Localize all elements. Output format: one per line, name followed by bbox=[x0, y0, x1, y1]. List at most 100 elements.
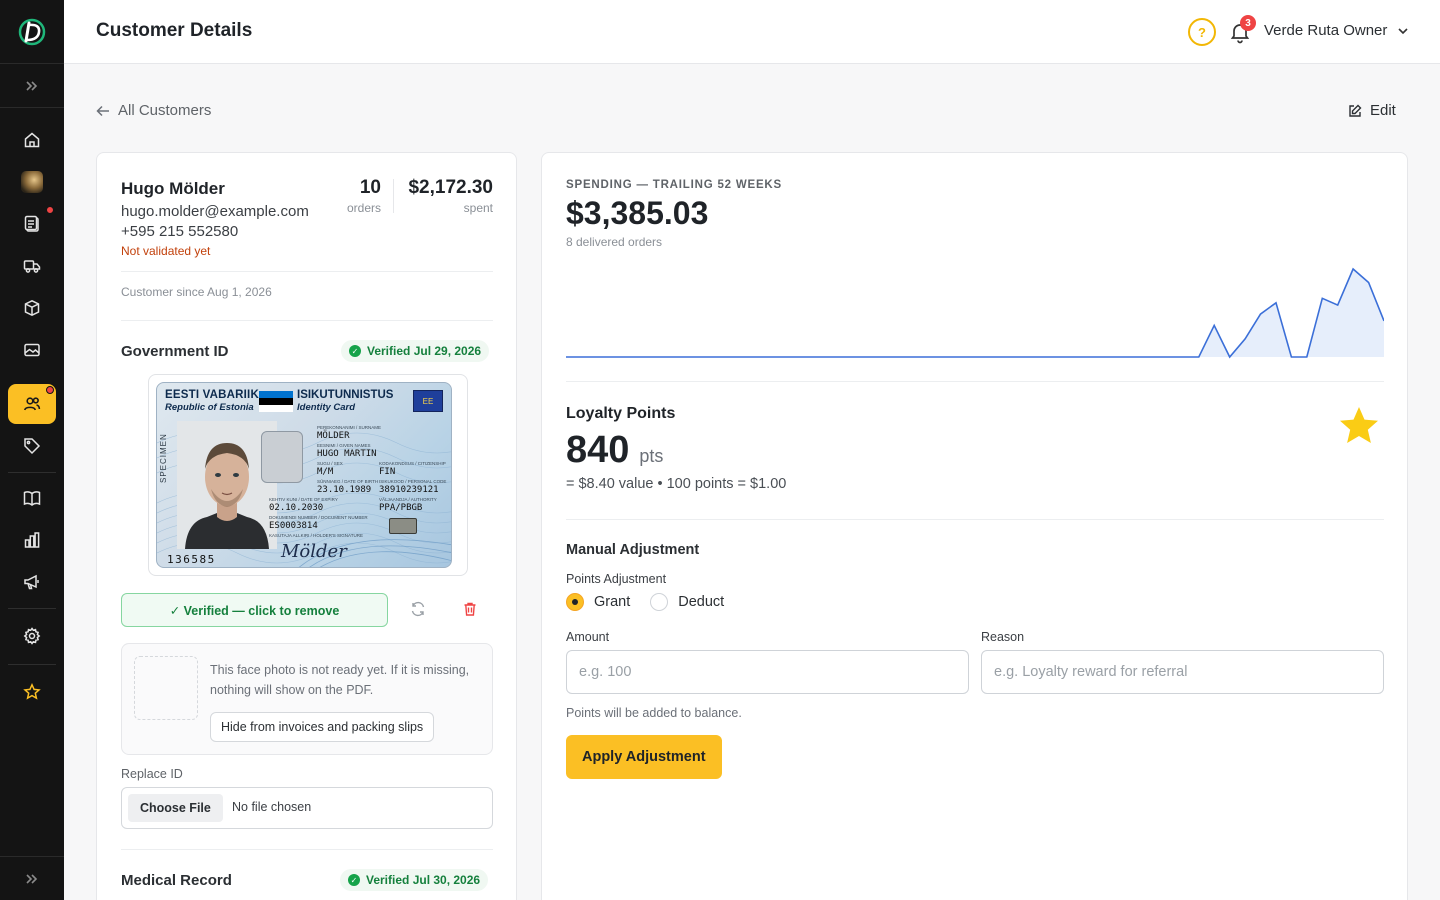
sidebar-divider bbox=[8, 664, 56, 665]
id-signature: Mölder bbox=[281, 541, 347, 562]
grant-radio-label[interactable]: Grant bbox=[594, 594, 630, 610]
avatar-thumbnail bbox=[21, 171, 43, 193]
spending-total: $3,385.03 bbox=[566, 195, 709, 231]
brand-d-logo-icon bbox=[18, 18, 46, 45]
chevrons-right-icon bbox=[26, 873, 38, 884]
divider bbox=[121, 320, 493, 321]
edit-icon bbox=[1349, 104, 1362, 117]
megaphone-icon bbox=[24, 574, 39, 590]
home-icon bbox=[24, 132, 40, 148]
spent-amount: $2,172.30 bbox=[408, 177, 493, 198]
validation-status: Not validated yet bbox=[121, 244, 211, 258]
bar-chart-icon bbox=[24, 532, 40, 548]
deduct-radio-label[interactable]: Deduct bbox=[678, 594, 724, 610]
check-circle-icon: ✓ bbox=[349, 345, 361, 357]
verified-remove-button[interactable]: ✓ Verified — click to remove bbox=[121, 593, 388, 627]
replace-id-label: Replace ID bbox=[121, 767, 183, 781]
divider bbox=[121, 271, 493, 272]
truck-icon bbox=[23, 260, 41, 273]
sidebar-item-products[interactable] bbox=[8, 288, 56, 328]
back-to-customers-link[interactable]: All Customers bbox=[96, 102, 211, 119]
help-button[interactable]: ? bbox=[1188, 18, 1216, 46]
help-icon: ? bbox=[1198, 24, 1206, 40]
loyalty-points-unit: pts bbox=[639, 446, 664, 466]
expand-sidebar-button[interactable] bbox=[0, 64, 64, 108]
choose-file-button[interactable]: Choose File bbox=[128, 794, 223, 822]
chevrons-right-icon bbox=[26, 80, 38, 91]
id-citizenship: FIN bbox=[379, 467, 396, 477]
sidebar-divider bbox=[8, 608, 56, 609]
edit-button[interactable]: Edit bbox=[1348, 102, 1396, 119]
id-signature-label: KASUTAJA ALLKIRI / HOLDER'S SIGNATURE bbox=[269, 533, 363, 538]
deduct-radio[interactable] bbox=[650, 593, 669, 611]
brand-logo[interactable] bbox=[0, 0, 64, 64]
sidebar-item-reports[interactable] bbox=[8, 520, 56, 560]
customer-profile-card: Hugo Mölder hugo.molder@example.com +595… bbox=[96, 152, 517, 900]
orders-notification-dot bbox=[46, 206, 54, 214]
hide-from-invoices-button[interactable]: Hide from invoices and packing slips bbox=[210, 712, 435, 742]
refresh-icon[interactable] bbox=[410, 601, 426, 617]
government-id-verified-label: Verified Jul 29, 2026 bbox=[367, 344, 482, 358]
sidebar-item-favorites[interactable] bbox=[8, 672, 56, 712]
book-open-icon bbox=[23, 491, 41, 506]
arrow-left-icon bbox=[96, 105, 109, 116]
id-citizenship-label: KODAKONDSUS / CITIZENSHIP bbox=[379, 461, 446, 466]
id-ghost-photo bbox=[261, 431, 303, 483]
government-id-preview[interactable]: EESTI VABARIIK Republic of Estonia ISIKU… bbox=[148, 374, 468, 576]
sidebar-item-tags[interactable] bbox=[8, 426, 56, 466]
adjustment-type-radio-group: Grant Deduct bbox=[566, 593, 724, 611]
sidebar-item-shipping[interactable] bbox=[8, 246, 56, 286]
gear-icon bbox=[23, 627, 41, 645]
sidebar-item-marketing[interactable] bbox=[8, 562, 56, 602]
id-expiry: 02.10.2030 bbox=[269, 503, 324, 513]
customer-name: Hugo Mölder bbox=[121, 179, 225, 198]
orders-label: orders bbox=[346, 201, 381, 215]
spending-sparkline-chart bbox=[566, 267, 1384, 359]
spent-stat: $2,172.30 spent bbox=[397, 177, 493, 215]
collapse-sidebar-button[interactable] bbox=[0, 856, 64, 900]
adjustment-hint: Points will be added to balance. bbox=[566, 706, 742, 720]
id-doc-title-et: ISIKUTUNNISTUS bbox=[297, 389, 394, 401]
id-doc-title-en: Identity Card bbox=[297, 402, 356, 413]
apply-adjustment-button[interactable]: Apply Adjustment bbox=[566, 735, 722, 779]
grant-radio[interactable] bbox=[566, 593, 584, 611]
id-surname-label: PEREKONNANIMI / SURNAME bbox=[317, 425, 382, 430]
sidebar-item-catalog[interactable] bbox=[8, 478, 56, 518]
sidebar-item-media[interactable] bbox=[8, 330, 56, 370]
star-icon bbox=[23, 683, 41, 700]
id-authority: PPA/PBGB bbox=[379, 503, 423, 513]
delivered-orders-count: 8 delivered orders bbox=[566, 235, 663, 249]
file-status: No file chosen bbox=[232, 800, 312, 814]
reason-input[interactable] bbox=[981, 650, 1384, 694]
clipboard-icon bbox=[24, 215, 39, 232]
sidebar bbox=[0, 0, 64, 900]
customer-phone: +595 215 552580 bbox=[121, 223, 239, 240]
orders-stat: 10 orders bbox=[333, 177, 381, 215]
sidebar-item-avatar[interactable] bbox=[8, 162, 56, 202]
customers-notification-dot bbox=[46, 386, 54, 394]
id-sex: M/M bbox=[317, 467, 334, 477]
orders-count: 10 bbox=[359, 177, 381, 198]
divider bbox=[566, 519, 1384, 520]
stat-divider bbox=[393, 179, 394, 213]
user-menu[interactable]: Verde Ruta Owner bbox=[1264, 22, 1409, 39]
sidebar-item-settings[interactable] bbox=[8, 616, 56, 656]
back-link-label: All Customers bbox=[118, 102, 212, 119]
reason-label: Reason bbox=[981, 630, 1025, 644]
star-icon bbox=[1340, 407, 1378, 443]
id-specimen-mark: SPECIMEN bbox=[159, 433, 168, 483]
spending-loyalty-card: SPENDING — TRAILING 52 WEEKS $3,385.03 8… bbox=[541, 152, 1408, 900]
trash-icon[interactable] bbox=[462, 601, 478, 617]
face-photo-notice-text: This face photo is not ready yet. If it … bbox=[210, 663, 470, 697]
box-icon bbox=[24, 299, 40, 317]
users-icon bbox=[24, 397, 41, 411]
id-given-names: HUGO MARTIN bbox=[317, 449, 377, 459]
loyalty-points-conversion: = $8.40 value • 100 points = $1.00 bbox=[566, 476, 787, 492]
id-doc-number-label: DOKUMENDI NUMBER / DOCUMENT NUMBER bbox=[269, 515, 368, 520]
loyalty-points-title: Loyalty Points bbox=[566, 405, 676, 422]
sidebar-item-home[interactable] bbox=[8, 120, 56, 160]
medical-record-title: Medical Record bbox=[121, 872, 232, 889]
id-country-et: EESTI VABARIIK bbox=[165, 389, 259, 401]
replace-id-file-input[interactable]: Choose File No file chosen bbox=[121, 787, 493, 829]
amount-input[interactable] bbox=[566, 650, 969, 694]
